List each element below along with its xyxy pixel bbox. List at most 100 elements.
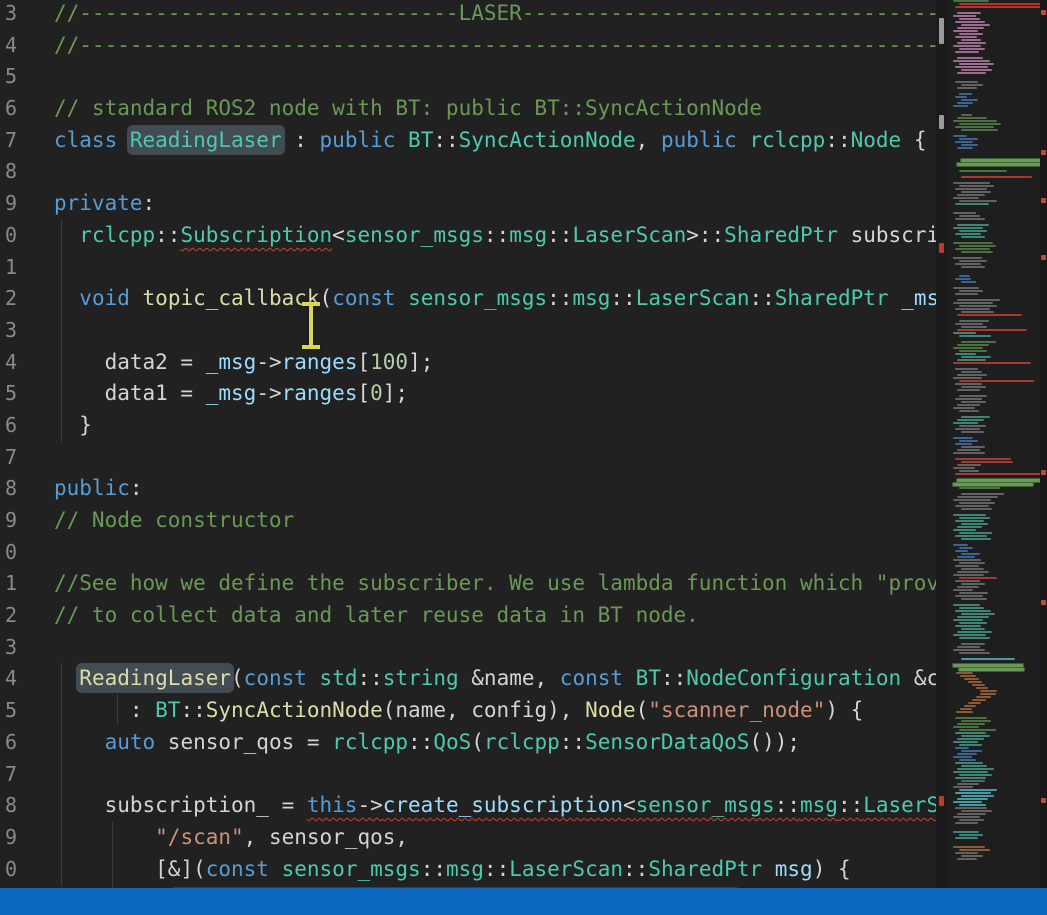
code-token: < [623, 793, 636, 817]
minimap-line [959, 440, 978, 442]
code-line[interactable]: // to collect data and later reuse data … [0, 600, 936, 632]
line-number[interactable]: 2 [0, 283, 17, 315]
code-area[interactable]: //------------------------------LASER---… [0, 0, 936, 915]
code-token: SharedPtr [775, 286, 889, 310]
minimap-line [955, 717, 987, 719]
code-line[interactable]: //--------------------------------------… [0, 30, 936, 62]
line-number[interactable]: 2 [0, 600, 17, 632]
code-token [737, 128, 750, 152]
minimap-line [961, 401, 986, 403]
line-number[interactable]: 4 [0, 30, 17, 62]
line-number[interactable]: 5 [0, 695, 17, 727]
code-line[interactable]: data1 = _msg->ranges[0]; [0, 378, 936, 410]
code-line[interactable]: } [0, 410, 936, 442]
line-number[interactable]: 3 [0, 315, 17, 347]
line-number[interactable]: 9 [0, 188, 17, 220]
minimap-line [953, 559, 981, 561]
line-number[interactable]: 9 [0, 822, 17, 854]
code-line[interactable]: [&](const sensor_msgs::msg::LaserScan::S… [0, 854, 936, 886]
code-token: _msg [206, 350, 257, 374]
line-number[interactable]: 8 [0, 473, 17, 505]
line-number[interactable]: 6 [0, 93, 17, 125]
line-number[interactable]: 0 [0, 220, 17, 252]
line-number[interactable]: 5 [0, 61, 17, 93]
code-line[interactable]: auto sensor_qos = rclcpp::QoS(rclcpp::Se… [0, 727, 936, 759]
line-number[interactable]: 3 [0, 0, 17, 30]
code-token [623, 666, 636, 690]
minimap-line [957, 299, 1000, 301]
code-token: rclcpp [332, 730, 408, 754]
code-line[interactable] [0, 442, 936, 474]
minimap-line [957, 738, 984, 740]
code-token: &name, [459, 666, 560, 690]
code-token: ranges [282, 350, 358, 374]
code-line[interactable] [0, 632, 936, 664]
code-line[interactable] [0, 61, 936, 93]
minimap-line [959, 320, 989, 322]
minimap-line [953, 15, 976, 17]
code-line[interactable] [0, 315, 936, 347]
code-line[interactable]: subscription_ = this->create_subscriptio… [0, 790, 936, 822]
line-number[interactable]: 7 [0, 759, 17, 791]
minimap-line [955, 852, 978, 854]
minimap-line [959, 230, 987, 232]
code-line[interactable]: : BT::SyncActionNode(name, config), Node… [0, 695, 936, 727]
line-number[interactable]: 6 [0, 410, 17, 442]
line-number[interactable]: 4 [0, 663, 17, 695]
code-token: "/scan" [155, 825, 244, 849]
code-token [269, 857, 282, 881]
line-number[interactable]: 8 [0, 790, 17, 822]
minimap-line [959, 18, 980, 20]
line-number[interactable]: 8 [0, 156, 17, 188]
overview-strip[interactable] [936, 0, 950, 888]
minimap[interactable] [950, 0, 1040, 888]
minimap-line [955, 353, 976, 355]
minimap-line [959, 123, 1001, 125]
code-line[interactable]: rclcpp::Subscription<sensor_msgs::msg::L… [0, 220, 936, 252]
code-line[interactable]: // standard ROS2 node with BT: public BT… [0, 93, 936, 125]
code-line[interactable]: ReadingLaser(const std::string &name, co… [0, 663, 936, 695]
code-line[interactable]: void topic_callback(const sensor_msgs::m… [0, 283, 936, 315]
overview-ruler[interactable] [1040, 0, 1047, 888]
code-token: :: [180, 698, 205, 722]
indent-guide [61, 663, 62, 886]
line-number[interactable]: 7 [0, 442, 17, 474]
line-number[interactable]: 7 [0, 125, 17, 157]
minimap-line [955, 383, 982, 385]
code-line[interactable]: //See how we define the subscriber. We u… [0, 568, 936, 600]
minimap-line [955, 233, 981, 235]
code-token: ( [636, 698, 649, 722]
code-line[interactable] [0, 156, 936, 188]
minimap-line [957, 329, 1027, 331]
code-token: ranges [282, 381, 358, 405]
text-ibeam-cursor-icon [299, 302, 323, 349]
code-line[interactable]: "/scan", sensor_qos, [0, 822, 936, 854]
line-number[interactable]: 5 [0, 378, 17, 410]
code-line[interactable]: private: [0, 188, 936, 220]
line-number[interactable]: 3 [0, 632, 17, 664]
code-line[interactable]: data2 = _msg->ranges[100]; [0, 347, 936, 379]
code-line[interactable] [0, 252, 936, 284]
code-line[interactable] [0, 759, 936, 791]
code-token: msg [572, 286, 610, 310]
line-number[interactable]: 0 [0, 854, 17, 886]
code-token: _msg [206, 381, 257, 405]
line-number[interactable]: 0 [0, 537, 17, 569]
editor-gutter[interactable]: 34567890123456789012345678901 [0, 0, 17, 915]
code-token: auto [105, 730, 156, 754]
code-line[interactable]: // Node constructor [0, 505, 936, 537]
error-mark [1041, 10, 1046, 15]
line-number[interactable]: 1 [0, 568, 17, 600]
minimap-line [953, 452, 985, 454]
status-bar[interactable] [0, 888, 1047, 915]
line-number[interactable]: 6 [0, 727, 17, 759]
line-number[interactable]: 1 [0, 252, 17, 284]
code-line[interactable]: //------------------------------LASER---… [0, 0, 936, 30]
minimap-line [961, 236, 985, 238]
line-number[interactable]: 9 [0, 505, 17, 537]
code-line[interactable]: public: [0, 473, 936, 505]
code-line[interactable]: class ReadingLaser : public BT::SyncActi… [0, 125, 936, 157]
minimap-line [961, 750, 982, 752]
line-number[interactable]: 4 [0, 347, 17, 379]
code-line[interactable] [0, 537, 936, 569]
